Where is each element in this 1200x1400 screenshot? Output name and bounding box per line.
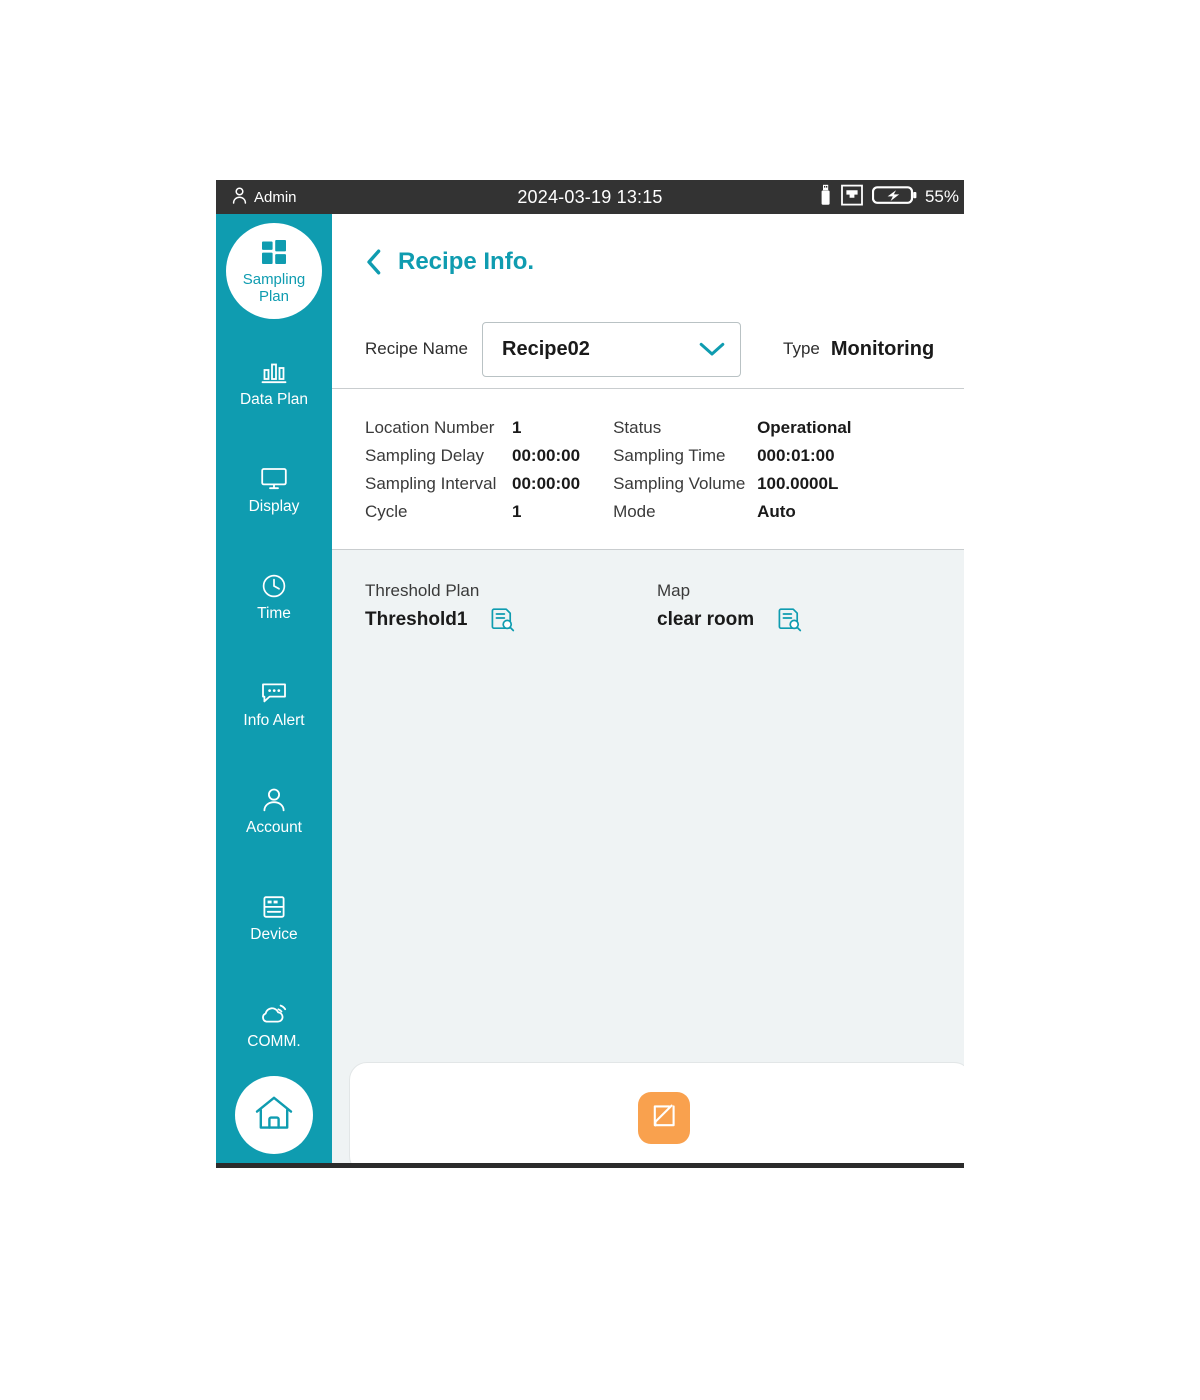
recipe-name-row: Recipe Name Recipe02 Type Monitoring <box>332 310 964 388</box>
sidebar-item-sampling-plan[interactable]: Sampling Plan <box>226 223 322 319</box>
detail-key: Sampling Volume <box>613 474 746 493</box>
threshold-plan-value: Threshold1 <box>365 609 468 630</box>
monitor-icon <box>260 464 288 494</box>
map-label: Map <box>657 581 691 600</box>
sidebar-label-comm: COMM. <box>247 1033 301 1050</box>
recipe-details: Location Number 1 Sampling Delay 00:00:0… <box>332 389 964 549</box>
document-search-icon[interactable] <box>491 607 515 633</box>
detail-value: 000:01:00 <box>757 446 835 465</box>
clock-icon <box>261 571 287 601</box>
sidebar-item-display[interactable]: Display <box>216 436 332 543</box>
type-value: Monitoring <box>830 337 935 360</box>
detail-value: 00:00:00 <box>512 474 581 493</box>
device-screen: Admin 2024-03-19 13:15 55% Sampling Plan… <box>216 180 964 1168</box>
status-indicators: 55% <box>819 184 959 211</box>
page-header: Recipe Info. <box>332 214 964 310</box>
sidebar-item-account[interactable]: Account <box>216 757 332 864</box>
edit-square-icon <box>649 1101 679 1136</box>
threshold-plan-label: Threshold Plan <box>365 581 480 600</box>
sidebar-label-time: Time <box>257 605 291 622</box>
home-icon <box>253 1093 295 1138</box>
detail-value: 100.0000L <box>757 474 839 493</box>
main-content: Recipe Info. Recipe Name Recipe02 Type M… <box>332 214 964 1163</box>
page-title: Recipe Info. <box>398 248 535 275</box>
sidebar-label-account: Account <box>245 819 302 836</box>
sidebar: Sampling Plan Data Plan Display Time Inf… <box>216 214 332 1163</box>
detail-key: Sampling Time <box>613 446 726 465</box>
edit-button[interactable] <box>638 1092 690 1144</box>
detail-key: Cycle <box>365 502 408 521</box>
home-button[interactable] <box>235 1076 313 1154</box>
sidebar-label-device: Device <box>250 926 298 943</box>
sidebar-item-info-alert[interactable]: Info Alert <box>216 650 332 757</box>
detail-value: 1 <box>512 418 522 437</box>
detail-value: 1 <box>512 502 522 521</box>
detail-value: Operational <box>757 418 852 437</box>
status-bar: Admin 2024-03-19 13:15 55% <box>216 180 964 214</box>
map-value: clear room <box>657 609 755 630</box>
bar-chart-icon <box>261 357 287 387</box>
cloud-signal-icon <box>259 999 289 1029</box>
battery-charging-icon <box>871 184 918 211</box>
detail-value: 00:00:00 <box>512 446 581 465</box>
details-column-right: Status Operational Sampling Time 000:01:… <box>613 415 851 525</box>
usb-drive-icon <box>819 184 832 211</box>
detail-key: Status <box>613 418 662 437</box>
details-column-left: Location Number 1 Sampling Delay 00:00:0… <box>365 415 580 525</box>
sidebar-label-data-plan: Data Plan <box>239 391 309 408</box>
server-rack-icon <box>261 892 287 922</box>
speech-bubble-icon <box>260 678 288 708</box>
detail-key: Location Number <box>365 418 495 437</box>
footer-action-bar <box>349 1062 964 1163</box>
detail-key: Sampling Interval <box>365 474 497 493</box>
grid-squares-icon <box>260 237 288 267</box>
type-label: Type <box>783 339 820 358</box>
chevron-left-icon[interactable] <box>365 248 382 276</box>
ethernet-icon <box>841 184 863 211</box>
sidebar-item-comm[interactable]: COMM. <box>216 971 332 1078</box>
detail-key: Sampling Delay <box>365 446 485 465</box>
sidebar-label-info-alert: Info Alert <box>243 712 305 729</box>
sidebar-item-device[interactable]: Device <box>216 864 332 971</box>
detail-value: Auto <box>757 502 796 521</box>
sidebar-item-data-plan[interactable]: Data Plan <box>216 329 332 436</box>
chevron-down-icon[interactable] <box>698 340 726 358</box>
person-icon <box>261 785 287 815</box>
battery-percent-label: 55% <box>924 187 959 206</box>
recipe-name-value: Recipe02 <box>502 337 590 360</box>
sidebar-label-sampling-plan: Sampling Plan <box>242 271 306 305</box>
sidebar-item-time[interactable]: Time <box>216 543 332 650</box>
sidebar-label-display: Display <box>248 498 300 515</box>
document-search-icon[interactable] <box>778 607 802 633</box>
recipe-name-label: Recipe Name <box>365 339 468 358</box>
detail-key: Mode <box>613 502 656 521</box>
recipe-name-select[interactable]: Recipe02 <box>482 321 741 377</box>
